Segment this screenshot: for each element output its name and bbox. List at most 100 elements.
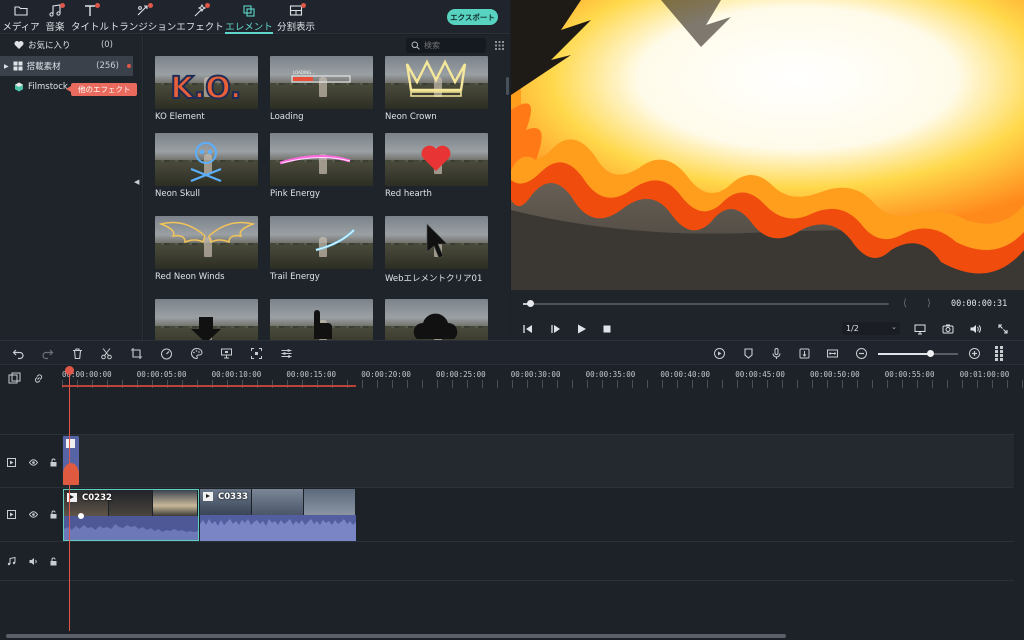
zoom-out-icon[interactable] xyxy=(855,347,868,360)
marker-shield-icon[interactable] xyxy=(742,347,755,360)
library-scrollbar[interactable] xyxy=(506,77,509,95)
fit-timeline-icon[interactable] xyxy=(826,347,839,360)
audio-mixer-icon[interactable] xyxy=(798,347,811,360)
track-empty xyxy=(0,388,1014,435)
tab-titles[interactable]: タイトル xyxy=(71,0,109,34)
export-button[interactable]: エクスポート xyxy=(447,9,498,25)
element-thumbnail[interactable] xyxy=(385,56,488,109)
eye-icon[interactable] xyxy=(29,510,38,519)
panel-grip-icon[interactable] xyxy=(993,345,1006,362)
adjust-sliders-icon[interactable] xyxy=(280,347,293,360)
element-thumbnail[interactable] xyxy=(270,216,373,269)
video-clip-c0333[interactable]: C0333 xyxy=(200,489,356,541)
voiceover-mic-icon[interactable] xyxy=(770,347,783,360)
render-preview-icon[interactable] xyxy=(713,347,726,360)
motion-tracking-icon[interactable] xyxy=(250,347,263,360)
clip-name: C0232 xyxy=(82,493,112,503)
lock-icon[interactable] xyxy=(49,510,58,519)
mark-in-icon[interactable]: ⟨ xyxy=(903,298,907,309)
playback-quality-select[interactable]: 1/2 ⌄ xyxy=(842,322,900,335)
green-screen-icon[interactable] xyxy=(220,347,233,360)
eye-icon[interactable] xyxy=(29,458,38,467)
element-thumbnail[interactable] xyxy=(155,299,258,340)
track-empty-bottom xyxy=(0,581,1014,632)
category-favorites-count: (0) xyxy=(100,40,113,50)
timeline-horizontal-scrollbar[interactable] xyxy=(0,632,1024,640)
scrollbar-thumb[interactable] xyxy=(6,634,786,638)
audio-track xyxy=(0,542,1014,581)
fullscreen-icon[interactable] xyxy=(997,323,1009,335)
cut-scissors-icon[interactable] xyxy=(100,347,113,360)
element-thumbnail[interactable] xyxy=(155,216,258,269)
element-thumbnail[interactable]: LOADING... xyxy=(270,56,373,109)
search-box[interactable] xyxy=(406,38,486,53)
volume-keyframe-handle[interactable] xyxy=(78,513,84,519)
speed-gauge-icon[interactable] xyxy=(160,347,173,360)
element-track xyxy=(0,435,1014,488)
step-back-icon[interactable] xyxy=(522,323,534,335)
ruler-tick-label: 00:00:10:00 xyxy=(211,370,262,379)
element-clip[interactable] xyxy=(63,436,79,485)
tab-music-label: 音楽 xyxy=(45,22,65,33)
timeline-vertical-scrollbar[interactable] xyxy=(1015,388,1024,632)
element-thumbnail[interactable] xyxy=(155,133,258,186)
play-icon[interactable] xyxy=(575,323,587,335)
preview-controls: ⟨ ⟩ 00:00:00:31 1/2 ⌄ xyxy=(511,290,1024,340)
scrubber-handle[interactable] xyxy=(527,300,535,307)
tab-media[interactable]: メディア xyxy=(2,0,40,34)
delete-trash-icon[interactable] xyxy=(71,347,84,360)
chevron-down-icon: ⌄ xyxy=(891,323,897,331)
zoom-in-icon[interactable] xyxy=(968,347,981,360)
element-thumbnail[interactable]: K.O. xyxy=(155,56,258,109)
clip-type-icon xyxy=(203,492,213,501)
tab-transitions[interactable]: トランジション xyxy=(110,0,176,34)
element-label: Red hearth xyxy=(385,189,432,199)
color-palette-icon[interactable] xyxy=(190,347,203,360)
transition-icon xyxy=(136,3,153,17)
video-clip-c0232[interactable]: C0232 xyxy=(63,489,199,541)
lock-icon[interactable] xyxy=(49,458,58,467)
expand-arrow-icon[interactable]: ▶ xyxy=(4,63,9,70)
element-thumbnail[interactable] xyxy=(385,299,488,340)
crop-icon[interactable] xyxy=(130,347,143,360)
element-thumbnail[interactable] xyxy=(385,133,488,186)
zoom-slider-handle[interactable] xyxy=(927,350,934,357)
volume-icon[interactable] xyxy=(969,323,981,335)
grid-view-icon[interactable] xyxy=(495,41,504,50)
element-clip-thumbnail xyxy=(63,463,79,485)
timeline-zoom-slider[interactable] xyxy=(878,350,958,357)
element-thumbnail[interactable] xyxy=(385,216,488,269)
ruler-tick-label: 00:00:35:00 xyxy=(585,370,636,379)
redo-icon[interactable] xyxy=(41,347,54,360)
more-effects-tooltip[interactable]: 他のエフェクト xyxy=(66,83,137,96)
display-settings-icon[interactable] xyxy=(914,323,926,335)
element-thumbnail[interactable] xyxy=(270,133,373,186)
audio-waveform xyxy=(200,519,356,541)
tab-split-screen[interactable]: 分割表示 xyxy=(277,0,315,34)
playhead-handle[interactable] xyxy=(65,366,74,375)
search-input[interactable] xyxy=(424,41,479,50)
lock-icon[interactable] xyxy=(49,557,58,566)
tab-elements[interactable]: エレメント xyxy=(225,0,273,34)
mark-out-icon[interactable]: ⟩ xyxy=(927,298,931,309)
add-track-icon[interactable] xyxy=(8,372,21,385)
snapshot-camera-icon[interactable] xyxy=(942,323,954,335)
stop-icon[interactable] xyxy=(601,323,613,335)
timeline-ruler[interactable]: 00:00:00:00 00:00:05:00 00:00:10:00 00:00:1… xyxy=(62,366,1024,388)
category-builtin[interactable]: ▶ 搭載素材 (256) xyxy=(0,56,133,76)
collapse-panel-arrow-icon[interactable]: ◀ xyxy=(134,178,139,186)
tab-music[interactable]: 音楽 xyxy=(44,0,66,34)
tab-elements-label: エレメント xyxy=(225,22,273,33)
category-favorites[interactable]: お気に入り (0) xyxy=(0,35,133,55)
quality-value: 1/2 xyxy=(846,324,859,333)
music-note-icon xyxy=(7,557,16,566)
step-forward-icon[interactable] xyxy=(549,323,561,335)
preview-timecode: 00:00:00:31 xyxy=(951,299,1008,309)
speaker-icon[interactable] xyxy=(29,557,38,566)
link-icon[interactable] xyxy=(32,372,45,385)
preview-scrubber[interactable] xyxy=(523,300,889,307)
undo-icon[interactable] xyxy=(12,347,25,360)
element-label: Neon Skull xyxy=(155,189,201,199)
tab-effects[interactable]: エフェクト xyxy=(176,0,224,34)
element-thumbnail[interactable] xyxy=(270,299,373,340)
